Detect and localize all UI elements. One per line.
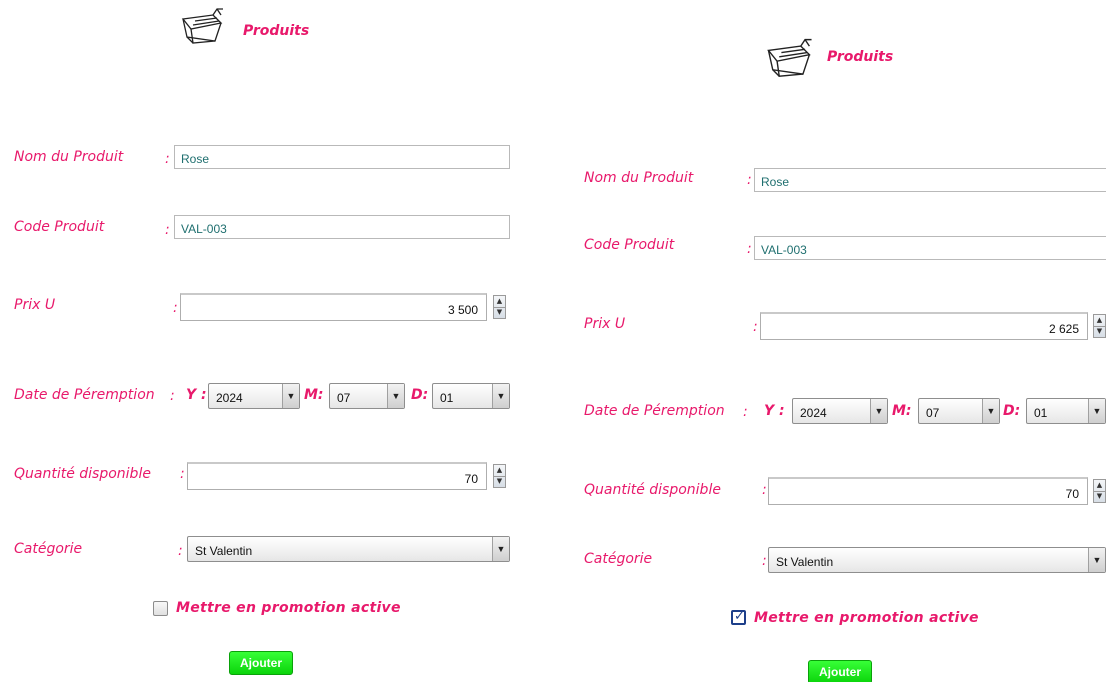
colon: : xyxy=(165,151,170,167)
label-month: M: xyxy=(304,387,324,403)
colon: : xyxy=(170,388,175,404)
prix-u-field[interactable]: 2 625 xyxy=(760,312,1088,340)
year-select[interactable]: 2024 ▼ xyxy=(792,398,888,424)
quantite-spin-buttons[interactable]: ▲ ▼ xyxy=(1093,479,1106,503)
day-value: 01 xyxy=(440,391,454,405)
promotion-label[interactable]: Mettre en promotion active xyxy=(754,610,979,626)
dropdown-arrow-icon[interactable]: ▼ xyxy=(492,384,509,408)
label-categorie: Catégorie xyxy=(14,541,83,557)
month-select[interactable]: 07 ▼ xyxy=(329,383,405,409)
promotion-checkbox[interactable] xyxy=(153,601,168,616)
page-title: Produits xyxy=(243,23,310,39)
label-year: Y : xyxy=(764,403,785,419)
prix-u-spinner[interactable]: 3 500 ▲ ▼ xyxy=(180,293,510,321)
spin-down-icon[interactable]: ▼ xyxy=(1094,491,1105,502)
dropdown-arrow-icon[interactable]: ▼ xyxy=(870,399,887,423)
prix-u-spin-buttons[interactable]: ▲ ▼ xyxy=(493,295,506,319)
code-produit-input[interactable]: VAL-003 xyxy=(754,236,1106,260)
shopping-cart-icon xyxy=(767,38,812,77)
spin-down-icon[interactable]: ▼ xyxy=(494,476,505,487)
promotion-checkbox[interactable]: ✓ xyxy=(731,609,746,625)
colon: : xyxy=(173,300,178,316)
month-select[interactable]: 07 ▼ xyxy=(918,398,1000,424)
colon: : xyxy=(747,172,752,188)
ajouter-button[interactable]: Ajouter xyxy=(229,651,293,675)
quantite-spinner[interactable]: 70 ▲ ▼ xyxy=(187,462,510,490)
label-code-produit: Code Produit xyxy=(584,237,675,253)
label-code-produit: Code Produit xyxy=(14,219,105,235)
label-day: D: xyxy=(1003,403,1021,419)
checkmark-icon: ✓ xyxy=(734,609,745,624)
code-produit-input[interactable]: VAL-003 xyxy=(174,215,510,239)
day-value: 01 xyxy=(1034,406,1048,420)
year-value: 2024 xyxy=(216,391,243,405)
prix-u-spinner[interactable]: 2 625 ▲ ▼ xyxy=(760,312,1106,340)
dropdown-arrow-icon[interactable]: ▼ xyxy=(1088,399,1105,423)
spin-down-icon[interactable]: ▼ xyxy=(494,307,505,318)
colon: : xyxy=(178,543,183,559)
label-date-peremption: Date de Péremption xyxy=(14,387,155,403)
categorie-value: St Valentin xyxy=(195,544,253,558)
product-form-left: Produits Nom du Produit : Rose Code Prod… xyxy=(0,0,520,682)
dropdown-arrow-icon[interactable]: ▼ xyxy=(1088,548,1105,572)
colon: : xyxy=(753,319,758,335)
nom-produit-input[interactable]: Rose xyxy=(754,168,1106,192)
dropdown-arrow-icon[interactable]: ▼ xyxy=(387,384,404,408)
quantite-spinner[interactable]: 70 ▲ ▼ xyxy=(768,477,1106,505)
label-nom-produit: Nom du Produit xyxy=(14,149,124,165)
colon: : xyxy=(747,241,752,257)
colon: : xyxy=(743,404,748,420)
month-value: 07 xyxy=(926,406,940,420)
quantite-spin-buttons[interactable]: ▲ ▼ xyxy=(493,464,506,488)
day-select[interactable]: 01 ▼ xyxy=(1026,398,1106,424)
prix-u-spin-buttons[interactable]: ▲ ▼ xyxy=(1093,314,1106,338)
promotion-label[interactable]: Mettre en promotion active xyxy=(176,600,401,616)
colon: : xyxy=(762,482,767,498)
colon: : xyxy=(165,222,170,238)
colon: : xyxy=(180,466,185,482)
label-quantite: Quantité disponible xyxy=(584,482,721,498)
categorie-select[interactable]: St Valentin ▼ xyxy=(187,536,510,562)
ajouter-button[interactable]: Ajouter xyxy=(808,660,872,682)
product-form-right: Produits Nom du Produit : Rose Code Prod… xyxy=(570,0,1106,682)
label-year: Y : xyxy=(186,387,207,403)
spin-down-icon[interactable]: ▼ xyxy=(1094,326,1105,337)
label-day: D: xyxy=(411,387,429,403)
quantite-field[interactable]: 70 xyxy=(768,477,1088,505)
year-value: 2024 xyxy=(800,406,827,420)
label-prix-u: Prix U xyxy=(584,316,626,332)
label-quantite: Quantité disponible xyxy=(14,466,151,482)
quantite-field[interactable]: 70 xyxy=(187,462,487,490)
label-date-peremption: Date de Péremption xyxy=(584,403,725,419)
day-select[interactable]: 01 ▼ xyxy=(432,383,510,409)
page-title: Produits xyxy=(827,49,894,65)
dropdown-arrow-icon[interactable]: ▼ xyxy=(982,399,999,423)
dropdown-arrow-icon[interactable]: ▼ xyxy=(282,384,299,408)
label-prix-u: Prix U xyxy=(14,297,56,313)
categorie-select[interactable]: St Valentin ▼ xyxy=(768,547,1106,573)
prix-u-field[interactable]: 3 500 xyxy=(180,293,487,321)
label-categorie: Catégorie xyxy=(584,551,653,567)
label-nom-produit: Nom du Produit xyxy=(584,170,694,186)
nom-produit-input[interactable]: Rose xyxy=(174,145,510,169)
categorie-value: St Valentin xyxy=(776,555,834,569)
colon: : xyxy=(762,553,767,569)
shopping-cart-icon xyxy=(181,8,223,44)
month-value: 07 xyxy=(337,391,351,405)
dropdown-arrow-icon[interactable]: ▼ xyxy=(492,537,509,561)
label-month: M: xyxy=(892,403,912,419)
year-select[interactable]: 2024 ▼ xyxy=(208,383,300,409)
